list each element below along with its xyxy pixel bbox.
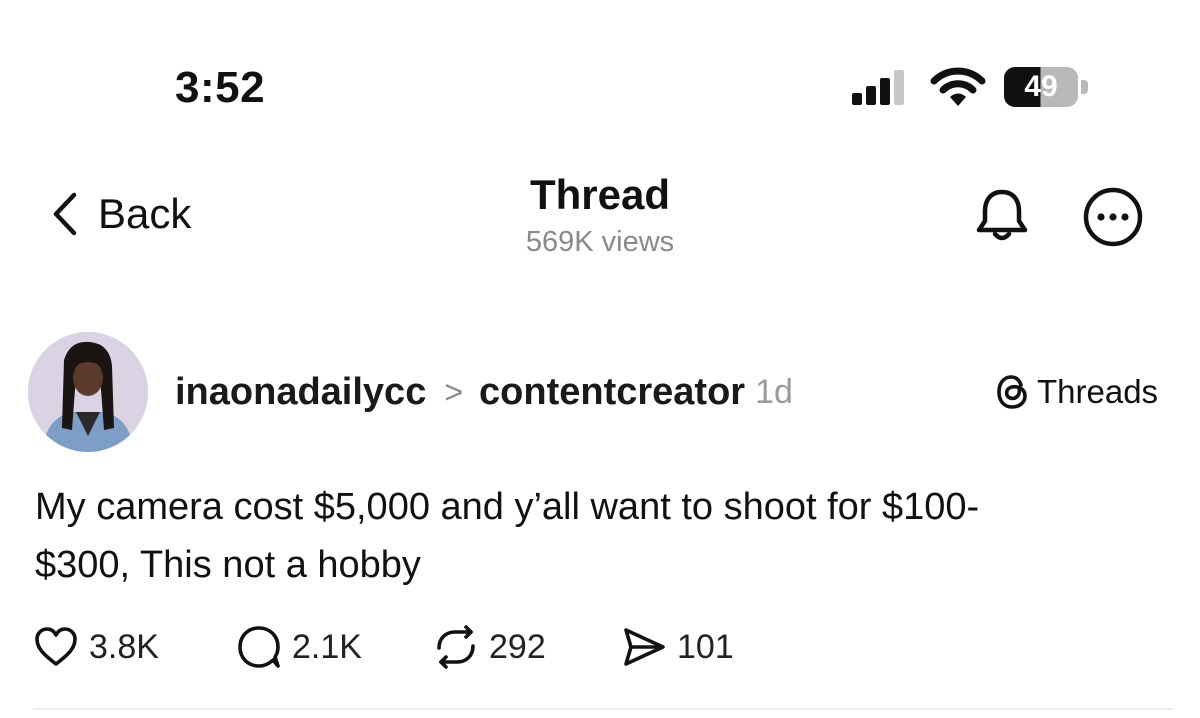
username-link[interactable]: inaonadailycc — [175, 371, 426, 414]
speech-bubble-icon — [238, 626, 280, 668]
like-button[interactable]: 3.8K — [33, 622, 159, 672]
battery-level: 49 — [1024, 70, 1058, 103]
community-link[interactable]: contentcreator — [479, 371, 745, 414]
battery-indicator: 49 — [1004, 67, 1090, 107]
view-count: 569K views — [525, 226, 675, 258]
reply-count: 2.1K — [292, 627, 362, 666]
post-age: 1d — [755, 372, 793, 411]
threads-badge: Threads — [995, 370, 1158, 414]
battery-cap — [1081, 80, 1088, 94]
more-options-icon[interactable] — [1082, 186, 1144, 248]
back-button[interactable]: Back — [50, 188, 191, 240]
threads-logo-icon — [997, 375, 1027, 409]
divider — [33, 708, 1173, 710]
bell-icon[interactable] — [972, 186, 1032, 244]
repost-count: 292 — [489, 627, 546, 666]
status-time: 3:52 — [175, 63, 266, 112]
wifi-icon — [930, 67, 986, 106]
cellular-signal-icon — [852, 70, 904, 105]
chevron-right-icon: > — [444, 373, 464, 410]
heart-icon — [35, 627, 77, 666]
page-title: Thread — [529, 171, 671, 218]
like-count: 3.8K — [89, 627, 159, 666]
threads-badge-label: Threads — [1037, 373, 1159, 410]
send-icon — [624, 628, 665, 666]
share-count: 101 — [677, 627, 734, 666]
post-text: My camera cost $5,000 and y’all want to … — [35, 486, 980, 586]
repost-icon — [437, 625, 475, 669]
repost-button[interactable]: 292 — [433, 622, 546, 672]
back-label: Back — [98, 190, 192, 237]
chevron-left-icon — [53, 192, 77, 236]
avatar-image — [28, 332, 148, 452]
share-button[interactable]: 101 — [621, 622, 734, 672]
reply-button[interactable]: 2.1K — [236, 622, 362, 672]
post-header: inaonadailycc > contentcreator 1d — [175, 368, 793, 416]
avatar[interactable] — [28, 332, 148, 452]
